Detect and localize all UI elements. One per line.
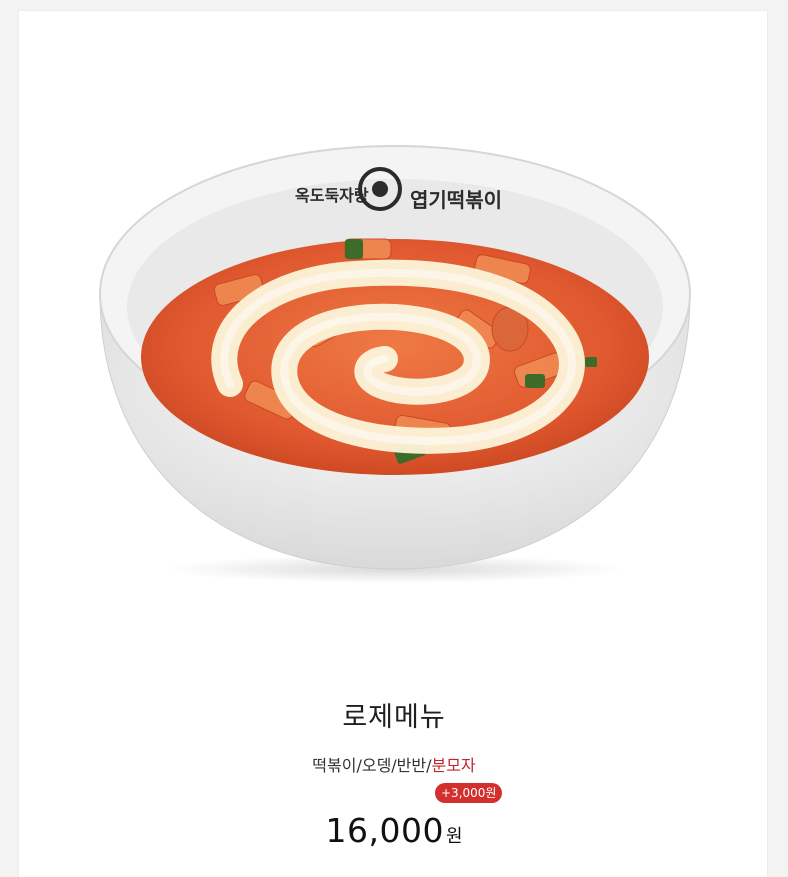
addon-price-badge: +3,000원	[435, 783, 503, 803]
svg-text:옥도둑자랑: 옥도둑자랑	[295, 186, 369, 205]
price-amount: 16,000	[325, 811, 444, 850]
product-title: 로제메뉴	[342, 702, 446, 733]
options-highlight: 분모자	[431, 756, 476, 775]
price-unit: 원	[445, 826, 463, 847]
product-price: 16,000 원	[19, 811, 769, 850]
product-card[interactable]: 옥도둑자랑 엽기떡볶이 로제메뉴 떡볶이/오뎅/반반/분모자 +3,000원 1…	[18, 10, 768, 877]
product-image: 옥도둑자랑 엽기떡볶이	[99, 145, 691, 583]
product-options: 떡볶이/오뎅/반반/분모자	[19, 752, 769, 776]
svg-text:엽기떡볶이: 엽기떡볶이	[410, 188, 502, 212]
options-text: 떡볶이/오뎅/반반/	[312, 756, 432, 775]
